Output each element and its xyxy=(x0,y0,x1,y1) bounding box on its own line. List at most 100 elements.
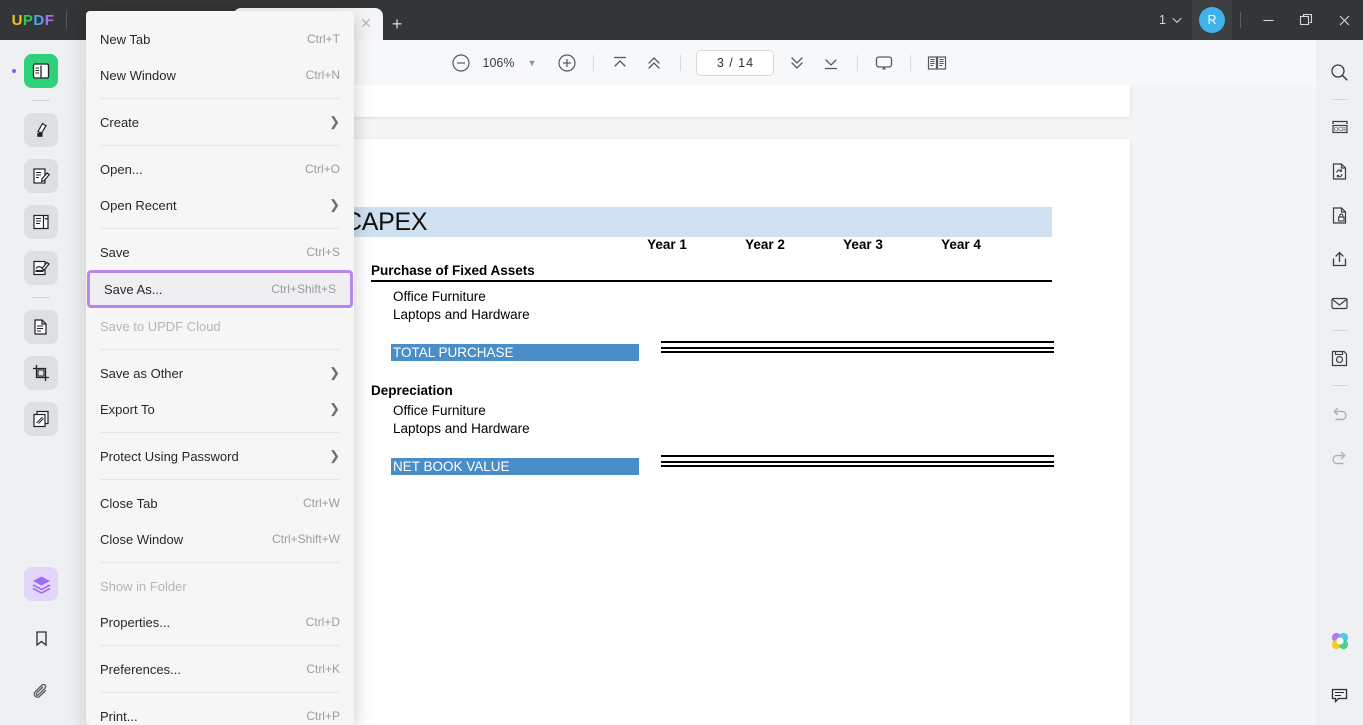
organize-pages-icon xyxy=(31,212,51,232)
menu-item-create[interactable]: Create❯ xyxy=(86,104,354,140)
window-count-dropdown[interactable]: 1 xyxy=(1149,6,1192,34)
zoom-level[interactable]: 106% xyxy=(478,56,520,70)
menu-item-shortcut: Ctrl+D xyxy=(306,615,340,629)
ocr-button[interactable]: OCR xyxy=(1324,111,1356,143)
prev-page-button[interactable] xyxy=(637,48,671,78)
next-page-icon xyxy=(787,53,807,73)
redo-button[interactable] xyxy=(1324,441,1356,473)
sidebar-item-layers[interactable] xyxy=(24,567,58,601)
menu-item-preferences[interactable]: Preferences...Ctrl+K xyxy=(86,651,354,687)
account-button[interactable]: R xyxy=(1192,0,1232,40)
menu-item-close-window[interactable]: Close WindowCtrl+Shift+W xyxy=(86,521,354,557)
window-count-value: 1 xyxy=(1159,13,1166,27)
menu-item-properties[interactable]: Properties...Ctrl+D xyxy=(86,604,354,640)
page-number-input[interactable]: 3 / 14 xyxy=(696,50,774,76)
sidebar-item-attachments[interactable] xyxy=(24,675,58,709)
book-reader-icon xyxy=(31,61,51,81)
net-book-value-row: NET BOOK VALUE xyxy=(268,458,1130,475)
last-page-button[interactable] xyxy=(814,48,848,78)
presentation-icon xyxy=(873,53,895,73)
menu-item-label: Show in Folder xyxy=(100,579,340,594)
close-icon xyxy=(1338,14,1351,27)
menu-divider xyxy=(100,645,340,646)
sidebar-item-bookmarks[interactable] xyxy=(24,621,58,655)
sidebar-item-reader[interactable] xyxy=(24,54,58,88)
minimize-button[interactable] xyxy=(1249,0,1287,40)
active-indicator-dot xyxy=(12,69,16,73)
menu-divider xyxy=(100,432,340,433)
first-page-button[interactable] xyxy=(603,48,637,78)
updf-window: UPDF mplate* ✕ + 1 R xyxy=(0,0,1363,725)
dual-page-button[interactable] xyxy=(920,48,954,78)
floppy-save-icon xyxy=(1329,348,1350,369)
envelope-icon xyxy=(1329,293,1350,314)
menu-item-print[interactable]: Print...Ctrl+P xyxy=(86,698,354,725)
search-button[interactable] xyxy=(1324,56,1356,88)
sidebar-item-crop[interactable] xyxy=(24,356,58,390)
menu-item-label: Save to UPDF Cloud xyxy=(100,319,340,334)
menu-item-shortcut: Ctrl+S xyxy=(306,245,340,259)
left-toolbar xyxy=(0,40,82,725)
email-button[interactable] xyxy=(1324,287,1356,319)
menu-item-new-window[interactable]: New WindowCtrl+N xyxy=(86,57,354,93)
maximize-button[interactable] xyxy=(1287,0,1325,40)
menu-item-save-as-other[interactable]: Save as Other❯ xyxy=(86,355,354,391)
menu-item-new-tab[interactable]: New TabCtrl+T xyxy=(86,21,354,57)
section-heading-depreciation: Depreciation xyxy=(268,383,1130,398)
menu-item-label: Protect Using Password xyxy=(100,449,329,464)
year-header-1: Year 1 xyxy=(618,237,716,252)
undo-icon xyxy=(1329,403,1350,424)
logo-letter-d: D xyxy=(33,12,44,29)
zoom-in-button[interactable] xyxy=(550,48,584,78)
dual-page-icon xyxy=(926,53,948,73)
titlebar-separator xyxy=(1240,12,1241,28)
presentation-button[interactable] xyxy=(867,48,901,78)
menu-item-open-recent[interactable]: Open Recent❯ xyxy=(86,187,354,223)
convert-button[interactable] xyxy=(1324,155,1356,187)
sidebar-item-batch[interactable] xyxy=(24,402,58,436)
menu-item-label: Create xyxy=(100,115,329,130)
menu-divider xyxy=(100,692,340,693)
paperclip-icon xyxy=(31,682,51,702)
menu-item-label: Close Tab xyxy=(100,496,303,511)
menu-item-label: Export To xyxy=(100,402,329,417)
zoom-out-button[interactable] xyxy=(444,48,478,78)
menu-item-export-to[interactable]: Export To❯ xyxy=(86,391,354,427)
comments-button[interactable] xyxy=(1324,679,1356,711)
right-rail-divider-3 xyxy=(1332,385,1348,386)
plus-icon[interactable]: + xyxy=(383,8,411,40)
sidebar-item-page[interactable] xyxy=(24,310,58,344)
menu-item-label: Open Recent xyxy=(100,198,329,213)
comment-bubble-icon xyxy=(1329,685,1350,706)
sidebar-item-fill-sign[interactable] xyxy=(24,251,58,285)
share-button[interactable] xyxy=(1324,243,1356,275)
search-icon xyxy=(1329,62,1350,83)
menu-item-shortcut: Ctrl+P xyxy=(306,709,340,723)
sidebar-item-organize-pages[interactable] xyxy=(24,205,58,239)
close-icon[interactable]: ✕ xyxy=(357,15,375,33)
sidebar-item-annotate[interactable] xyxy=(24,113,58,147)
next-page-button[interactable] xyxy=(780,48,814,78)
svg-text:OCR: OCR xyxy=(1334,127,1346,133)
menu-item-save-as[interactable]: Save As...Ctrl+Shift+S xyxy=(87,270,353,308)
menu-item-shortcut: Ctrl+K xyxy=(306,662,340,676)
ai-assistant-button[interactable] xyxy=(1324,625,1356,657)
menu-item-close-tab[interactable]: Close TabCtrl+W xyxy=(86,485,354,521)
file-menu[interactable]: New TabCtrl+TNew WindowCtrl+N Create❯ Open… xyxy=(86,11,354,725)
menu-item-open[interactable]: Open...Ctrl+O xyxy=(86,151,354,187)
protect-button[interactable] xyxy=(1324,199,1356,231)
capex-title-band: CAPEX xyxy=(339,207,1052,237)
menu-item-save[interactable]: SaveCtrl+S xyxy=(86,234,354,270)
sidebar-item-edit-pdf[interactable] xyxy=(24,159,58,193)
ocr-icon: OCR xyxy=(1329,116,1351,138)
line-item: Laptops and Hardware xyxy=(268,420,1130,438)
menu-item-protect-using-password[interactable]: Protect Using Password❯ xyxy=(86,438,354,474)
undo-button[interactable] xyxy=(1324,397,1356,429)
save-button[interactable] xyxy=(1324,342,1356,374)
caret-down-icon[interactable]: ▼ xyxy=(528,58,537,68)
menu-item-show-in-folder: Show in Folder xyxy=(86,568,354,604)
convert-pdf-icon xyxy=(1329,161,1350,182)
close-window-button[interactable] xyxy=(1325,0,1363,40)
menu-divider xyxy=(100,562,340,563)
bookmark-icon xyxy=(32,629,51,648)
